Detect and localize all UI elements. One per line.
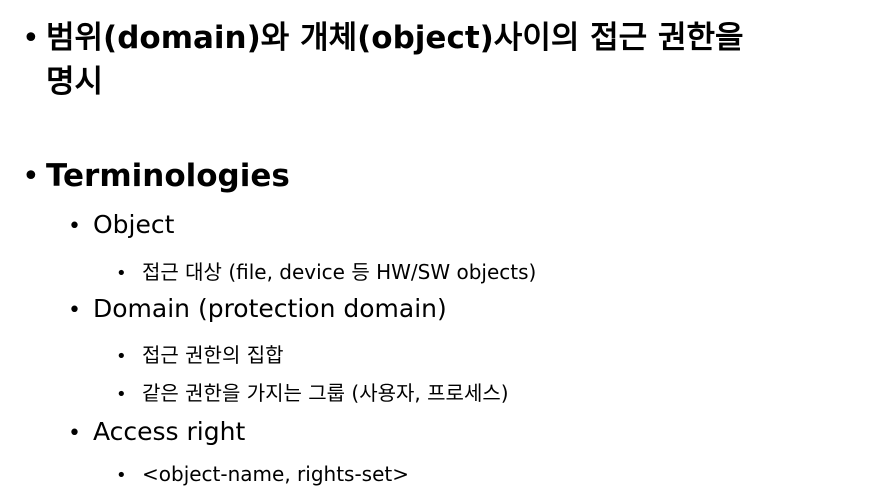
bullet-dot-icon: • xyxy=(68,421,81,446)
bullet-dot-icon: • xyxy=(116,465,127,486)
bullet-dot-icon: • xyxy=(116,346,127,367)
bullet-item-access-right: • Access right xyxy=(68,417,245,446)
bullet-dot-icon: • xyxy=(22,21,40,56)
bullet-dot-icon: • xyxy=(68,214,81,239)
bullet-item-definition: • 범위(domain)와 개체(object)사이의 접근 권한을 xyxy=(22,12,744,57)
bullet-item-object: • Object xyxy=(68,210,174,239)
bullet-item-access-right-desc: • <object-name, rights-set> xyxy=(116,462,409,486)
bullet-text: 범위(domain)와 개체(object)사이의 접근 권한을 xyxy=(46,20,744,56)
bullet-dot-icon: • xyxy=(68,298,81,323)
bullet-dot-icon: • xyxy=(22,159,40,194)
bullet-dot-icon: • xyxy=(116,384,127,405)
bullet-item-object-desc: • 접근 대상 (file, device 등 HW/SW objects) xyxy=(116,256,536,285)
bullet-text: <object-name, rights-set> xyxy=(142,462,409,486)
bullet-text: 접근 권한의 집합 xyxy=(142,343,284,367)
bullet-text: Access right xyxy=(93,417,246,446)
bullet-item-terminologies: • Terminologies xyxy=(22,158,290,194)
bullet-text: Domain (protection domain) xyxy=(93,294,447,323)
bullet-dot-icon: • xyxy=(116,263,127,284)
bullet-item-domain: • Domain (protection domain) xyxy=(68,294,447,323)
bullet-text: Terminologies xyxy=(46,158,290,194)
bullet-item-domain-desc-1: • 접근 권한의 집합 xyxy=(116,339,284,368)
slide: • 범위(domain)와 개체(object)사이의 접근 권한을 명시 • … xyxy=(0,0,895,499)
bullet-text: 같은 권한을 가지는 그룹 (사용자, 프로세스) xyxy=(142,381,509,405)
bullet-text: 접근 대상 (file, device 등 HW/SW objects) xyxy=(142,260,537,284)
bullet-item-domain-desc-2: • 같은 권한을 가지는 그룹 (사용자, 프로세스) xyxy=(116,377,509,406)
bullet-text-continuation: 명시 xyxy=(46,64,104,100)
bullet-text: Object xyxy=(93,210,175,239)
